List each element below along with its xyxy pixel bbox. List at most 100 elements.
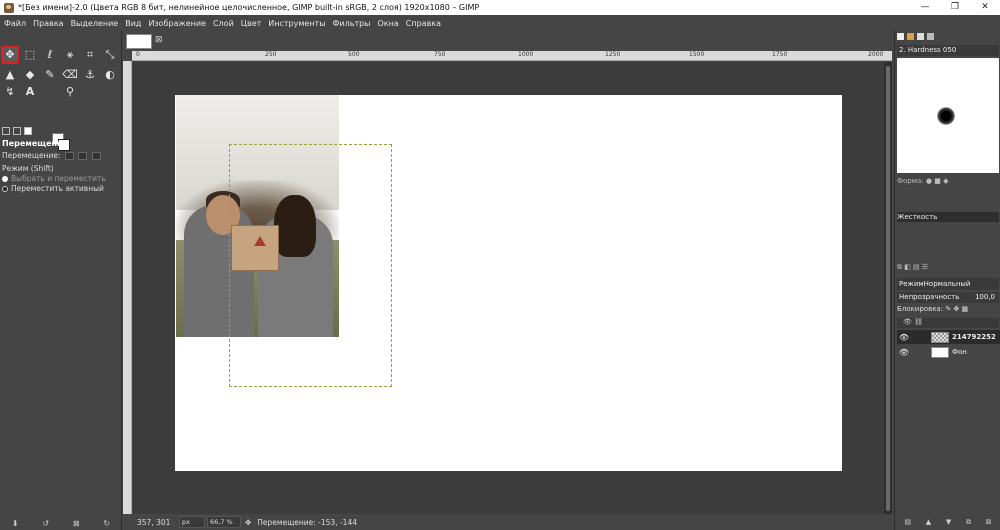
move-selection-icon[interactable] [78,152,88,160]
menu-windows[interactable]: Окна [378,19,399,28]
menu-bar: Файл Правка Выделение Вид Изображение Сл… [0,15,1000,31]
lock-label: Блокировка: [897,305,944,313]
menu-edit[interactable]: Правка [33,19,63,28]
minimize-button[interactable]: — [910,0,940,15]
vertical-scrollbar[interactable] [884,62,892,520]
ruler-label: 500 [348,51,360,58]
mode-label: Режим [899,280,924,288]
gimp-app-icon [4,2,14,13]
fonts-tab-icon[interactable] [917,33,924,40]
ruler-label: 0 [136,51,140,58]
menu-select[interactable]: Выделение [71,19,119,28]
crop-tool-icon[interactable]: ⌗ [81,46,99,64]
layer-thumbnail [931,331,949,343]
close-button[interactable]: ✕ [970,0,1000,15]
opacity-slider[interactable]: Непрозрачность 100,0 [897,292,999,303]
mode-option-active-label: Переместить активный [11,184,104,193]
eraser-tool-icon[interactable]: ⌫ [61,66,79,84]
canvas-viewport[interactable] [133,62,884,520]
mode-option-pick-label: Выбрать и переместить [11,174,106,183]
horizontal-ruler[interactable]: 0 250 500 750 1000 1250 1500 1750 2000 [132,51,892,61]
hardness-label: Жесткость [897,213,938,221]
menu-view[interactable]: Вид [125,19,141,28]
device-status-tab-icon[interactable] [13,127,21,135]
scroll-thumb[interactable] [886,66,890,511]
menu-help[interactable]: Справка [406,19,441,28]
brush-name: 2. Hardness 050 [897,45,999,56]
ruler-label: 750 [434,51,446,58]
lock-pixels-icon[interactable]: ✎ ✥ ▦ [945,305,968,313]
delete-layer-icon[interactable]: ⊠ [986,518,992,528]
brush-tool-icon[interactable]: ✎ [41,66,59,84]
brush-param-row[interactable] [897,201,999,211]
tool-options-tab-icon[interactable] [2,127,10,135]
smudge-tool-icon[interactable]: ◐ [101,66,119,84]
zoom-tool-icon[interactable]: ⚲ [61,83,79,101]
delete-options-icon[interactable]: ⊠ [73,519,80,528]
undo-history-tab-icon[interactable] [24,127,32,135]
move-tool-icon[interactable]: ✥ [1,46,19,64]
pointer-coordinates: 357, 301 [137,517,171,527]
visibility-eye-icon[interactable]: 👁 [897,333,911,342]
bucket-tool-icon[interactable]: ▲ [1,66,19,84]
brush-shape [937,107,955,125]
layers-tabs-row: ⧉ ◧ ▤ ☰ [897,263,929,271]
brush-shape-row: Форма: ● ■ ◆ [897,176,999,186]
paint-tool-icon[interactable]: ◆ [21,66,39,84]
zoom-select[interactable]: 66,7 % [207,516,241,528]
brush-param-row[interactable] [897,190,999,200]
patterns-tab-icon[interactable] [907,33,914,40]
rect-select-tool-icon[interactable]: ⬚ [21,46,39,64]
hardness-row[interactable]: Жесткость [897,212,999,222]
status-message: Перемещение: -153, -144 [257,517,357,527]
mode-option-active[interactable]: Переместить активный [2,184,104,193]
brush-param-row[interactable] [897,234,999,244]
menu-file[interactable]: Файл [4,19,26,28]
brush-param-row[interactable] [897,223,999,233]
lower-layer-icon[interactable]: ▼ [946,518,951,528]
raise-layer-icon[interactable]: ▲ [926,518,931,528]
menu-tools[interactable]: Инструменты [268,19,325,28]
brush-param-row[interactable] [897,245,999,255]
menu-image[interactable]: Изображение [148,19,206,28]
layer-name: Фон [952,348,967,356]
new-layer-icon[interactable]: ▤ [904,518,911,528]
lasso-tool-icon[interactable]: ℓ [41,46,59,64]
close-image-tab-icon[interactable]: ⊠ [155,35,163,45]
window-titlebar: *[Без имени]-2.0 (Цвета RGB 8 бит, нелин… [0,0,1000,15]
move-path-icon[interactable] [91,152,101,160]
transform-tool-icon[interactable]: ⤡ [101,46,119,64]
restore-options-icon[interactable]: ↺ [42,519,49,528]
menu-colors[interactable]: Цвет [241,19,262,28]
maximize-button[interactable]: ❐ [940,0,970,15]
clone-tool-icon[interactable]: ⚓ [81,66,99,84]
opacity-label: Непрозрачность [899,293,960,301]
layer-row[interactable]: 👁 214792252 [897,330,1000,344]
fuzzy-select-tool-icon[interactable]: ⚹ [61,46,79,64]
menu-filters[interactable]: Фильтры [333,19,371,28]
circle-shape-icon[interactable]: ● ■ ◆ [926,177,949,185]
mode-option-pick[interactable]: Выбрать и переместить [2,174,106,183]
vertical-ruler[interactable] [123,61,132,519]
ruler-label: 1500 [689,51,705,58]
layer-mode-select[interactable]: РежимНормальный [897,278,999,290]
duplicate-layer-icon[interactable]: ⧉ [966,518,971,528]
lock-row: Блокировка: ✎ ✥ ▦ [897,305,968,313]
visibility-eye-icon[interactable]: 👁 [897,348,911,357]
tool-options-tabs [2,127,32,135]
radio-selected-icon [2,186,8,192]
unit-select[interactable]: px [179,516,205,528]
gradients-tab-icon[interactable] [927,33,934,40]
image-tab-thumbnail[interactable] [126,34,152,49]
layer-row[interactable]: 👁 Фон [897,345,1000,359]
layer-thumbnail [931,346,949,358]
menu-layer[interactable]: Слой [213,19,234,28]
ruler-label: 2000 [868,51,884,58]
text-tool-icon[interactable]: A [21,83,39,101]
brush-preview[interactable] [897,58,999,173]
move-layer-icon[interactable] [64,152,74,160]
reset-options-icon[interactable]: ↻ [103,519,110,528]
brushes-tab-icon[interactable] [897,33,904,40]
save-options-icon[interactable]: ⬇ [12,519,19,528]
path-tool-icon[interactable]: ↯ [1,83,19,101]
